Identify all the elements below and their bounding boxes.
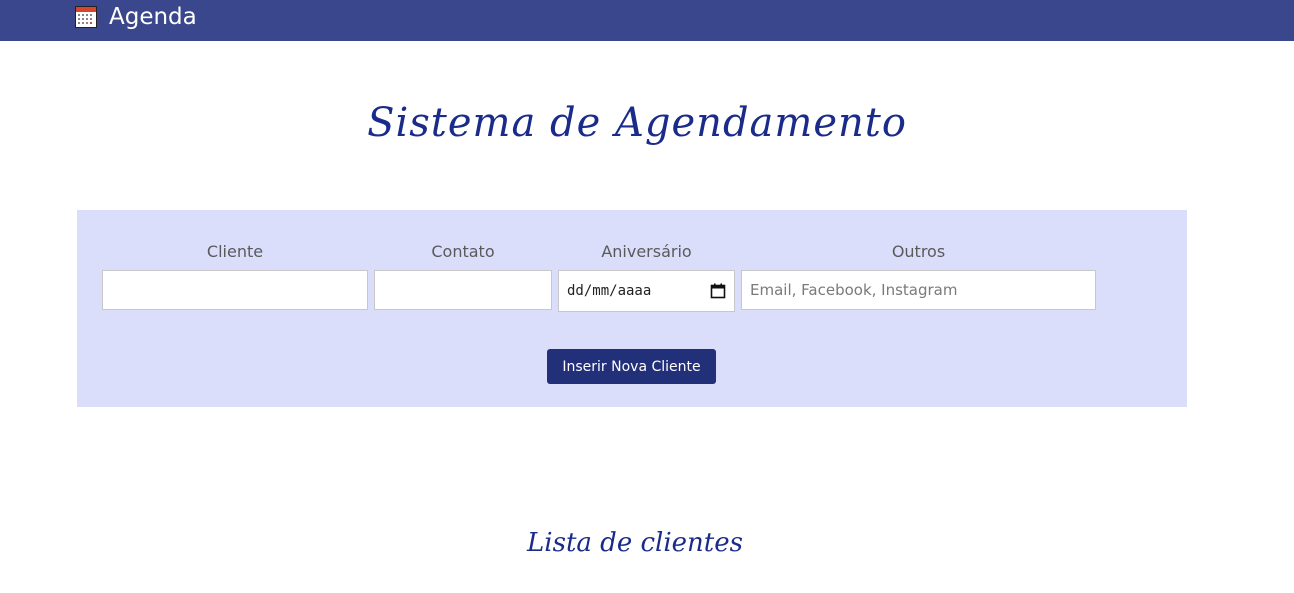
page-title: Sistema de Agendamento bbox=[367, 100, 907, 146]
outros-input[interactable] bbox=[741, 270, 1096, 310]
cliente-input[interactable] bbox=[102, 270, 368, 310]
brand-label: Agenda bbox=[109, 4, 197, 30]
field-label-cliente: Cliente bbox=[206, 242, 264, 261]
top-navbar: Agenda bbox=[0, 0, 1294, 41]
calendar-icon bbox=[75, 6, 97, 28]
new-client-form: Cliente Contato Aniversário dd/mm/aaaa O… bbox=[77, 210, 1187, 407]
brand-link[interactable]: Agenda bbox=[75, 2, 197, 32]
field-label-aniversario: Aniversário bbox=[601, 242, 692, 261]
contato-input[interactable] bbox=[374, 270, 552, 310]
field-label-contato: Contato bbox=[431, 242, 495, 261]
date-format-text: dd/mm/aaaa bbox=[567, 283, 652, 299]
field-label-outros: Outros bbox=[891, 242, 946, 261]
client-list-title: Lista de clientes bbox=[527, 528, 743, 558]
aniversario-date-input[interactable]: dd/mm/aaaa bbox=[558, 270, 735, 312]
insert-client-button[interactable]: Inserir Nova Cliente bbox=[547, 349, 716, 384]
calendar-picker-icon[interactable] bbox=[710, 283, 726, 299]
